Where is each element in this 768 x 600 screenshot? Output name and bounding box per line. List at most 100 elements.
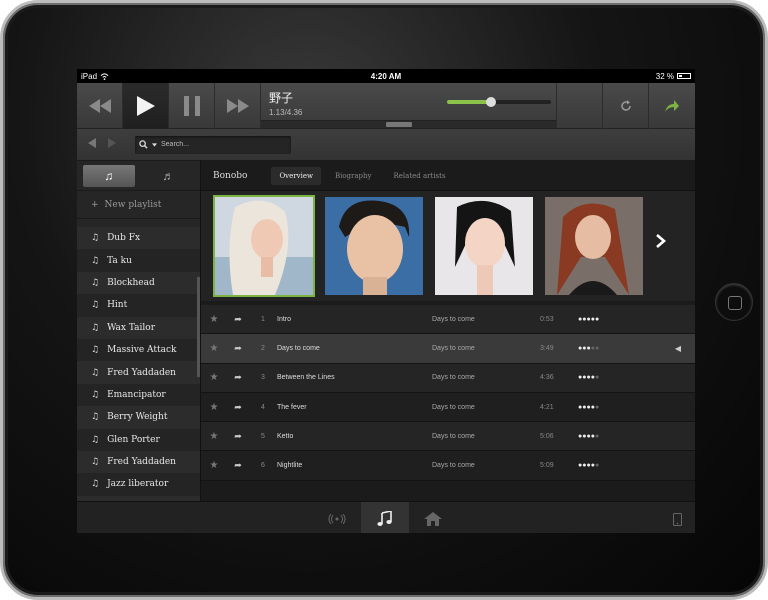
music-note-icon: ♫ <box>91 457 100 468</box>
home-hardware-button[interactable] <box>715 283 753 321</box>
popularity-dots: ●●●●● <box>578 462 600 470</box>
track-progress-bar[interactable] <box>261 120 556 128</box>
star-icon[interactable]: ★ <box>201 431 227 442</box>
sidebar-playlist-label: Berry Weight <box>107 412 168 423</box>
track-duration: 5:09 <box>540 462 554 470</box>
pause-button[interactable] <box>169 83 215 129</box>
sidebar-playlist-item[interactable]: ♫ Emancipator <box>77 383 200 407</box>
track-row[interactable]: ★ ➦ 3 Between the Lines Days to come 4:36 ●●●●… <box>201 363 695 393</box>
home-tab-button[interactable] <box>409 502 457 533</box>
volume-fill <box>447 100 491 104</box>
progress-grip[interactable] <box>386 122 412 127</box>
track-row[interactable]: ★ ➦ 2 Days to come Days to come 3:49 ●●●●● ◀ <box>201 334 695 364</box>
track-duration: 3:49 <box>540 344 554 352</box>
share-arrow-icon[interactable]: ➦ <box>227 402 249 413</box>
track-album: Days to come <box>432 432 475 440</box>
play-button[interactable] <box>123 83 169 129</box>
track-row[interactable]: ★ ➦ 6 Nightlite Days to come 5:09 ●●●●● <box>201 451 695 481</box>
track-title: Between the Lines <box>277 374 335 382</box>
share-arrow-icon[interactable]: ➦ <box>227 431 249 442</box>
music-note-icon <box>377 511 392 526</box>
new-playlist-button[interactable]: + New playlist <box>77 191 200 219</box>
sidebar-playlist-label: Glen Porter <box>107 434 160 445</box>
sidebar-playlist-item[interactable]: ♫ Massive Attack <box>77 338 200 362</box>
artist-photo-2[interactable] <box>325 197 423 295</box>
artist-photo-1[interactable] <box>213 195 315 297</box>
track-duration: 0:53 <box>540 315 554 323</box>
home-icon <box>424 512 442 526</box>
track-number: 2 <box>261 344 265 352</box>
broadcast-button[interactable] <box>313 502 361 533</box>
playlist-list: ♫ Dub Fx ♫ Ta ku ♫ Blockhead ♫ Hint ♫ Wax Tailor ♫… <box>77 227 200 501</box>
play-icon <box>136 96 155 116</box>
wifi-icon <box>100 72 109 80</box>
search-input[interactable] <box>161 141 287 148</box>
share-arrow-icon[interactable]: ➦ <box>227 460 249 471</box>
share-arrow-icon[interactable]: ➦ <box>227 372 249 383</box>
sidebar-playlist-item[interactable]: ♫ Fred Yaddaden <box>77 450 200 474</box>
track-row[interactable]: ★ ➦ 1 Intro Days to come 0:53 ●●●●● <box>201 305 695 335</box>
share-arrow-icon[interactable]: ➦ <box>227 314 249 325</box>
repeat-button[interactable] <box>603 83 649 129</box>
tab-related-artists[interactable]: Related artists <box>386 167 454 185</box>
tab-overview[interactable]: Overview <box>271 166 321 185</box>
volume-knob[interactable] <box>485 97 496 107</box>
star-icon[interactable]: ★ <box>201 372 227 383</box>
artist-content: Bonobo Overview Biography Related artist… <box>201 161 695 501</box>
music-note-icon: ♫ <box>91 233 100 244</box>
music-note-icon: ♫ <box>104 169 114 183</box>
sidebar-playlist-item[interactable]: ♫ Ta ku <box>77 249 200 272</box>
tab-artists[interactable]: ♬ <box>143 165 195 187</box>
tab-biography[interactable]: Biography <box>327 167 380 185</box>
sidebar-playlist-item[interactable]: ♫ Fred Yaddaden <box>77 361 200 384</box>
music-note-icon: ♫ <box>91 300 100 311</box>
track-title: Intro <box>277 315 292 323</box>
star-icon[interactable]: ★ <box>201 460 227 471</box>
star-icon[interactable]: ★ <box>201 343 227 354</box>
search-icon <box>139 140 148 149</box>
share-arrow-icon[interactable]: ➦ <box>227 343 249 354</box>
sidebar-playlist-item[interactable]: ♫ Hint <box>77 294 200 317</box>
volume-slider[interactable] <box>447 97 551 107</box>
artist-photo-gallery <box>201 191 695 301</box>
track-title: Days to come <box>277 344 320 352</box>
track-duration: 4:21 <box>540 403 554 411</box>
rewind-button[interactable] <box>77 83 123 129</box>
broadcast-icon <box>328 514 346 524</box>
star-icon[interactable]: ★ <box>201 402 227 413</box>
sidebar-playlist-item[interactable]: ♫ Jazz liberator <box>77 473 200 496</box>
chevron-right-icon <box>656 234 666 248</box>
sidebar-playlist-item[interactable]: ♫ Blockhead <box>77 271 200 295</box>
sidebar-playlist-item[interactable]: ♫ Dub Fx <box>77 227 200 250</box>
sidebar-playlist-item[interactable]: ♫ Berry Weight <box>77 406 200 429</box>
music-tab-button[interactable] <box>361 502 409 533</box>
star-icon[interactable]: ★ <box>201 314 227 325</box>
track-duration: 4:36 <box>540 374 554 382</box>
artist-photo-4[interactable] <box>545 197 643 295</box>
gallery-next-button[interactable] <box>656 231 666 254</box>
artist-photo-3[interactable] <box>435 197 533 295</box>
sidebar-scrollbar[interactable] <box>197 277 200 377</box>
plus-icon: + <box>91 199 99 210</box>
device-label: iPad <box>81 71 98 81</box>
track-row[interactable]: ★ ➦ 5 Ketto Days to come 5:06 ●●●●● <box>201 422 695 452</box>
blank-button[interactable] <box>557 83 603 129</box>
search-box[interactable] <box>135 135 291 154</box>
main-area: ♫ ♬ + New playlist ♫ Dub Fx ♫ Ta ku ♫ Blockhe… <box>77 161 695 501</box>
track-list: ★ ➦ 1 Intro Days to come 0:53 ●●●●● ★ ➦ 2 Days to … <box>201 305 695 481</box>
navigation-bar <box>77 129 695 161</box>
sidebar-playlist-item[interactable]: ♫ Glen Porter <box>77 428 200 451</box>
dropdown-caret-icon[interactable] <box>152 142 157 147</box>
share-button[interactable] <box>649 83 695 129</box>
track-row[interactable]: ★ ➦ 4 The fever Days to come 4:21 ●●●●● <box>201 392 695 423</box>
back-button[interactable] <box>85 138 99 151</box>
fast-forward-button[interactable] <box>215 83 261 129</box>
status-bar: 4:20 AM iPad 32 % <box>77 69 695 83</box>
forward-button[interactable] <box>105 138 119 151</box>
sidebar-playlist-item[interactable]: ♫ Wax Tailor <box>77 316 200 339</box>
tab-music[interactable]: ♫ <box>83 165 135 187</box>
sidebar-playlist-label: Fred Yaddaden <box>107 367 176 378</box>
fast-forward-icon <box>226 99 249 113</box>
share-arrow-icon <box>665 100 679 112</box>
device-button[interactable] <box>653 502 695 533</box>
